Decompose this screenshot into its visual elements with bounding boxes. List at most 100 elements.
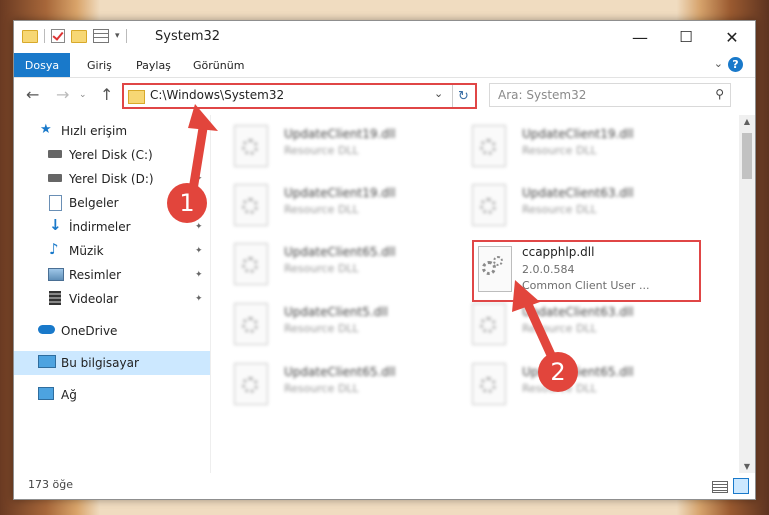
sidebar-item-label: Bu bilgisayar <box>61 356 139 370</box>
sidebar-item-label: OneDrive <box>61 324 118 338</box>
gear-icon <box>242 198 258 214</box>
minimize-button[interactable]: — <box>617 21 663 53</box>
address-path[interactable]: C:\Windows\System32 <box>150 88 284 102</box>
file-description: Resource DLL <box>284 382 359 395</box>
toolbar-divider <box>125 29 127 43</box>
sidebar-item-music[interactable]: ♪ Müzik ✦ <box>14 239 210 263</box>
pin-icon[interactable]: ✦ <box>195 222 203 232</box>
pin-icon[interactable]: ✦ <box>195 270 203 280</box>
sidebar-item-drive-c[interactable]: Yerel Disk (C:) ✦ <box>14 143 210 167</box>
file-description: Common Client User ... <box>522 279 650 292</box>
drive-icon <box>48 174 62 182</box>
up-button[interactable]: ↑ <box>100 85 113 104</box>
sidebar-item-label: Resimler <box>69 268 122 282</box>
sidebar-item-label: Yerel Disk (D:) <box>69 172 154 186</box>
item-count: 173 öğe <box>28 478 73 491</box>
pin-icon[interactable]: ✦ <box>195 246 203 256</box>
status-bar: 173 öğe <box>14 473 755 499</box>
gear-icon <box>480 377 496 393</box>
scroll-down-icon[interactable]: ▼ <box>739 462 755 471</box>
file-name: UpdateClient19.dll <box>284 186 396 200</box>
pin-icon[interactable]: ✦ <box>195 174 203 184</box>
file-name: ccapphlp.dll <box>522 245 595 259</box>
ribbon-expand-icon[interactable]: ⌄ <box>714 57 723 70</box>
file-description: Resource DLL <box>522 203 597 216</box>
file-item[interactable]: UpdateClient63.dll Resource DLL <box>450 299 670 349</box>
highlighted-file-ccapphlp[interactable]: ccapphlp.dll 2.0.0.584 Common Client Use… <box>472 240 701 302</box>
toolbar-divider <box>44 29 45 43</box>
file-description: Resource DLL <box>284 203 359 216</box>
scroll-up-icon[interactable]: ▲ <box>739 117 755 126</box>
file-description: Resource DLL <box>284 144 359 157</box>
sidebar-item-quick-access[interactable]: ★ Hızlı erişim <box>14 119 210 143</box>
documents-icon <box>49 195 62 211</box>
pin-icon[interactable]: ✦ <box>195 150 203 160</box>
details-view-icon[interactable] <box>712 481 728 493</box>
gear-icon <box>480 139 496 155</box>
gear-icon <box>242 257 258 273</box>
large-icons-view-icon[interactable] <box>733 478 749 494</box>
refresh-button[interactable]: ↻ <box>452 85 474 107</box>
title-bar: ▾ System32 — ☐ ✕ <box>14 21 755 53</box>
file-name: UpdateClient19.dll <box>522 127 634 141</box>
window-title: System32 <box>155 29 221 44</box>
maximize-button[interactable]: ☐ <box>663 21 709 53</box>
explorer-window: ▾ System32 — ☐ ✕ Dosya Giriş Paylaş Görü… <box>13 20 756 500</box>
folder-icon[interactable] <box>22 29 38 43</box>
search-input[interactable]: Ara: System32 ⚲ <box>489 83 731 107</box>
sidebar-item-label: Ağ <box>61 388 77 402</box>
sidebar-item-label: Hızlı erişim <box>61 124 128 138</box>
file-description: Resource DLL <box>284 322 359 335</box>
folder-icon <box>128 90 145 104</box>
step-2-badge: 2 <box>538 352 578 392</box>
ribbon-tabs: Dosya Giriş Paylaş Görünüm ⌄ ? <box>14 53 755 78</box>
download-icon: ↓ <box>49 216 62 234</box>
customize-dropdown-icon[interactable]: ▾ <box>115 31 120 41</box>
search-icon[interactable]: ⚲ <box>715 87 724 101</box>
computer-icon <box>38 355 56 368</box>
file-name: UpdateClient63.dll <box>522 305 634 319</box>
sidebar-item-label: Belgeler <box>69 196 119 210</box>
help-icon[interactable]: ? <box>728 57 743 72</box>
cloud-icon <box>38 325 55 334</box>
music-icon: ♪ <box>49 240 59 258</box>
file-list: UpdateClient19.dll Resource DLL UpdateCl… <box>212 115 738 473</box>
sidebar-item-label: Videolar <box>69 292 119 306</box>
scrollbar-thumb[interactable] <box>742 133 752 179</box>
close-button[interactable]: ✕ <box>709 21 755 53</box>
new-folder-icon[interactable] <box>71 29 87 43</box>
forward-button[interactable]: → <box>56 85 69 104</box>
back-button[interactable]: ← <box>26 85 39 104</box>
vertical-scrollbar[interactable]: ▲ ▼ <box>739 115 755 473</box>
tab-share[interactable]: Paylaş <box>136 53 171 77</box>
sidebar-item-label: Yerel Disk (C:) <box>69 148 153 162</box>
sidebar-item-label: Müzik <box>69 244 104 258</box>
file-description: Resource DLL <box>522 144 597 157</box>
sidebar-item-this-pc[interactable]: Bu bilgisayar <box>14 351 210 375</box>
recent-locations-chevron-icon[interactable]: ⌄ <box>79 90 87 100</box>
tab-view[interactable]: Görünüm <box>193 53 244 77</box>
tab-home[interactable]: Giriş <box>87 53 112 77</box>
file-item[interactable]: UpdateClient19.dll Resource DLL <box>212 121 432 171</box>
file-item[interactable]: UpdateClient63.dll Resource DLL <box>450 180 670 230</box>
file-item[interactable]: UpdateClient19.dll Resource DLL <box>450 121 670 171</box>
address-bar[interactable]: C:\Windows\System32 ⌄ ↻ <box>122 83 477 109</box>
file-version: 2.0.0.584 <box>522 263 575 276</box>
sidebar-item-videos[interactable]: Videolar ✦ <box>14 287 210 311</box>
pictures-icon <box>48 268 64 281</box>
pin-icon[interactable]: ✦ <box>195 294 203 304</box>
sidebar-item-network[interactable]: Ağ <box>14 383 210 407</box>
tab-file[interactable]: Dosya <box>14 53 70 77</box>
file-item[interactable]: UpdateClient19.dll Resource DLL <box>212 180 432 230</box>
properties-icon[interactable] <box>93 29 109 43</box>
file-name: UpdateClient19.dll <box>284 127 396 141</box>
file-item[interactable]: UpdateClient5.dll Resource DLL <box>212 299 432 349</box>
sidebar-item-pictures[interactable]: Resimler ✦ <box>14 263 210 287</box>
properties-check-icon[interactable] <box>51 29 65 43</box>
file-name: UpdateClient65.dll <box>284 245 396 259</box>
file-item[interactable]: UpdateClient65.dll Resource DLL <box>212 359 432 409</box>
network-icon <box>38 387 54 400</box>
address-dropdown-icon[interactable]: ⌄ <box>434 87 443 100</box>
sidebar-item-onedrive[interactable]: OneDrive <box>14 319 210 343</box>
file-item[interactable]: UpdateClient65.dll Resource DLL <box>212 239 432 289</box>
